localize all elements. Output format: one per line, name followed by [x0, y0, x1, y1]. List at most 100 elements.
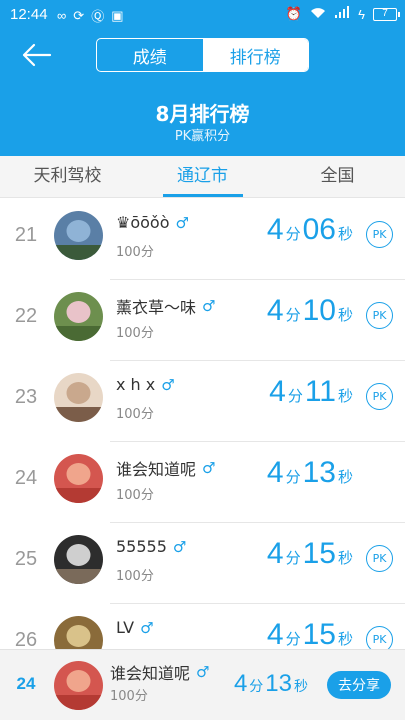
- exam-time: 4 分 15 秒: [267, 537, 355, 571]
- minute-unit: 分: [249, 678, 264, 694]
- avatar[interactable]: [54, 454, 103, 503]
- alarm-icon: ⏰: [285, 6, 303, 21]
- sync-icon: ⟳: [73, 7, 85, 23]
- exam-time: 4 分 15 秒: [267, 618, 355, 649]
- user-name: 薰衣草～味: [116, 298, 197, 317]
- avatar[interactable]: [54, 616, 103, 649]
- charging-icon: ϟ: [358, 6, 365, 22]
- time-seconds: 15: [302, 618, 336, 649]
- list-item[interactable]: 21 ♛ōōǒò ♂ 100分 4 分 06 秒 PK: [0, 199, 405, 280]
- scope-tabs: 天利驾校 通辽市 全国: [0, 156, 405, 198]
- avatar[interactable]: [54, 211, 103, 260]
- pk-button[interactable]: PK: [366, 626, 393, 649]
- my-time-seconds: 13: [265, 670, 292, 697]
- list-item[interactable]: 24 谁会知道呢 ♂ 100分 4 分 13 秒: [0, 442, 405, 523]
- user-score: 100分: [116, 569, 154, 584]
- avatar[interactable]: [54, 292, 103, 341]
- image-icon: ▣: [111, 7, 124, 23]
- status-time: 12:44: [10, 6, 48, 23]
- status-right-icons: ⏰ ϟ 7: [285, 6, 400, 22]
- list-item[interactable]: 23 x h x ♂ 100分 4 分 11 秒 PK: [0, 361, 405, 442]
- status-bar: 12:44 ∞ ⟳ Ⓠ ▣ ⏰ ϟ 7: [0, 0, 405, 30]
- user-score: 100分: [116, 245, 154, 260]
- my-score: 100分: [110, 689, 148, 704]
- second-unit: 秒: [337, 550, 353, 567]
- q-icon: Ⓠ: [91, 9, 105, 24]
- tab-ranking[interactable]: 排行榜: [202, 39, 308, 71]
- minute-unit: 分: [285, 226, 301, 243]
- ranking-list: 21 ♛ōōǒò ♂ 100分 4 分 06 秒 PK 22 薰衣草～味 ♂ 100分 4 分 10 秒 PK 23…: [0, 199, 405, 649]
- name-line: 薰衣草～味 ♂: [116, 294, 215, 318]
- my-name-line: 谁会知道呢 ♂: [110, 660, 209, 684]
- header: 成绩 排行榜 8月排行榜 PK赢积分: [0, 30, 405, 156]
- time-minutes: 4: [266, 537, 284, 570]
- share-button[interactable]: 去分享: [327, 671, 391, 699]
- 4g-signal-icon: [334, 6, 350, 22]
- user-name: 谁会知道呢: [116, 460, 197, 479]
- tab-scores[interactable]: 成绩: [97, 39, 203, 71]
- time-seconds: 13: [302, 456, 336, 489]
- rank-number: 21: [14, 224, 38, 246]
- time-minutes: 4: [266, 213, 284, 246]
- user-name: 55555: [116, 537, 167, 556]
- user-name: x h x: [116, 375, 156, 394]
- tab-national[interactable]: 全国: [270, 156, 405, 197]
- minute-unit: 分: [285, 550, 301, 567]
- minute-unit: 分: [285, 307, 301, 324]
- user-score: 100分: [116, 407, 154, 422]
- time-minutes: 4: [266, 456, 284, 489]
- pk-button[interactable]: PK: [366, 302, 393, 329]
- name-line: 谁会知道呢 ♂: [116, 456, 215, 480]
- name-line: LV ♂: [116, 618, 154, 637]
- time-minutes: 4: [266, 618, 284, 649]
- my-time: 4 分 13 秒: [234, 670, 310, 698]
- minute-unit: 分: [285, 631, 301, 648]
- exam-time: 4 分 11 秒: [269, 375, 355, 409]
- rank-number: 23: [14, 386, 38, 408]
- arrow-left-icon: [22, 43, 52, 67]
- second-unit: 秒: [337, 226, 353, 243]
- my-rank-bar: 24 谁会知道呢 ♂ 100分 4 分 13 秒 去分享: [0, 649, 405, 720]
- list-item[interactable]: 25 55555 ♂ 100分 4 分 15 秒 PK: [0, 523, 405, 604]
- rank-number: 22: [14, 305, 38, 327]
- my-avatar: [54, 661, 103, 710]
- exam-time: 4 分 06 秒: [267, 213, 355, 247]
- second-unit: 秒: [337, 469, 353, 486]
- time-minutes: 4: [269, 375, 286, 408]
- male-icon: ♂: [196, 663, 210, 681]
- pk-button[interactable]: PK: [366, 221, 393, 248]
- male-icon: ♂: [172, 537, 187, 556]
- user-name: LV: [116, 618, 135, 637]
- view-switcher: 成绩 排行榜: [96, 38, 309, 72]
- second-unit: 秒: [294, 678, 308, 694]
- wifi-icon: [310, 7, 326, 22]
- avatar[interactable]: [54, 535, 103, 584]
- time-seconds: 15: [302, 537, 336, 570]
- back-button[interactable]: [20, 42, 54, 68]
- list-item[interactable]: 22 薰衣草～味 ♂ 100分 4 分 10 秒 PK: [0, 280, 405, 361]
- user-name: ♛ōōǒò: [116, 213, 170, 232]
- minute-unit: 分: [285, 469, 301, 486]
- male-icon: ♂: [202, 459, 216, 477]
- tab-school[interactable]: 天利驾校: [0, 156, 135, 197]
- exam-time: 4 分 13 秒: [267, 456, 355, 490]
- second-unit: 秒: [337, 631, 353, 648]
- name-line: ♛ōōǒò ♂: [116, 213, 189, 232]
- infinity-icon: ∞: [57, 8, 67, 23]
- my-time-minutes: 4: [233, 670, 248, 697]
- male-icon: ♂: [175, 213, 189, 232]
- page-title: 8月排行榜: [155, 102, 250, 126]
- list-item[interactable]: 26LV♂100分4分15秒PK: [0, 604, 405, 649]
- avatar[interactable]: [54, 373, 103, 422]
- male-icon: ♂: [161, 375, 175, 394]
- pk-button[interactable]: PK: [366, 383, 393, 410]
- tab-city[interactable]: 通辽市: [135, 156, 270, 197]
- rank-number: 26: [14, 629, 38, 649]
- page-subtitle: PK赢积分: [174, 129, 231, 144]
- pk-button[interactable]: PK: [366, 545, 393, 572]
- time-seconds: 10: [302, 294, 336, 327]
- status-left-icons: ∞ ⟳ Ⓠ ▣: [57, 6, 124, 25]
- rank-number: 25: [14, 548, 38, 570]
- male-icon: ♂: [140, 618, 154, 637]
- my-name: 谁会知道呢: [110, 664, 191, 683]
